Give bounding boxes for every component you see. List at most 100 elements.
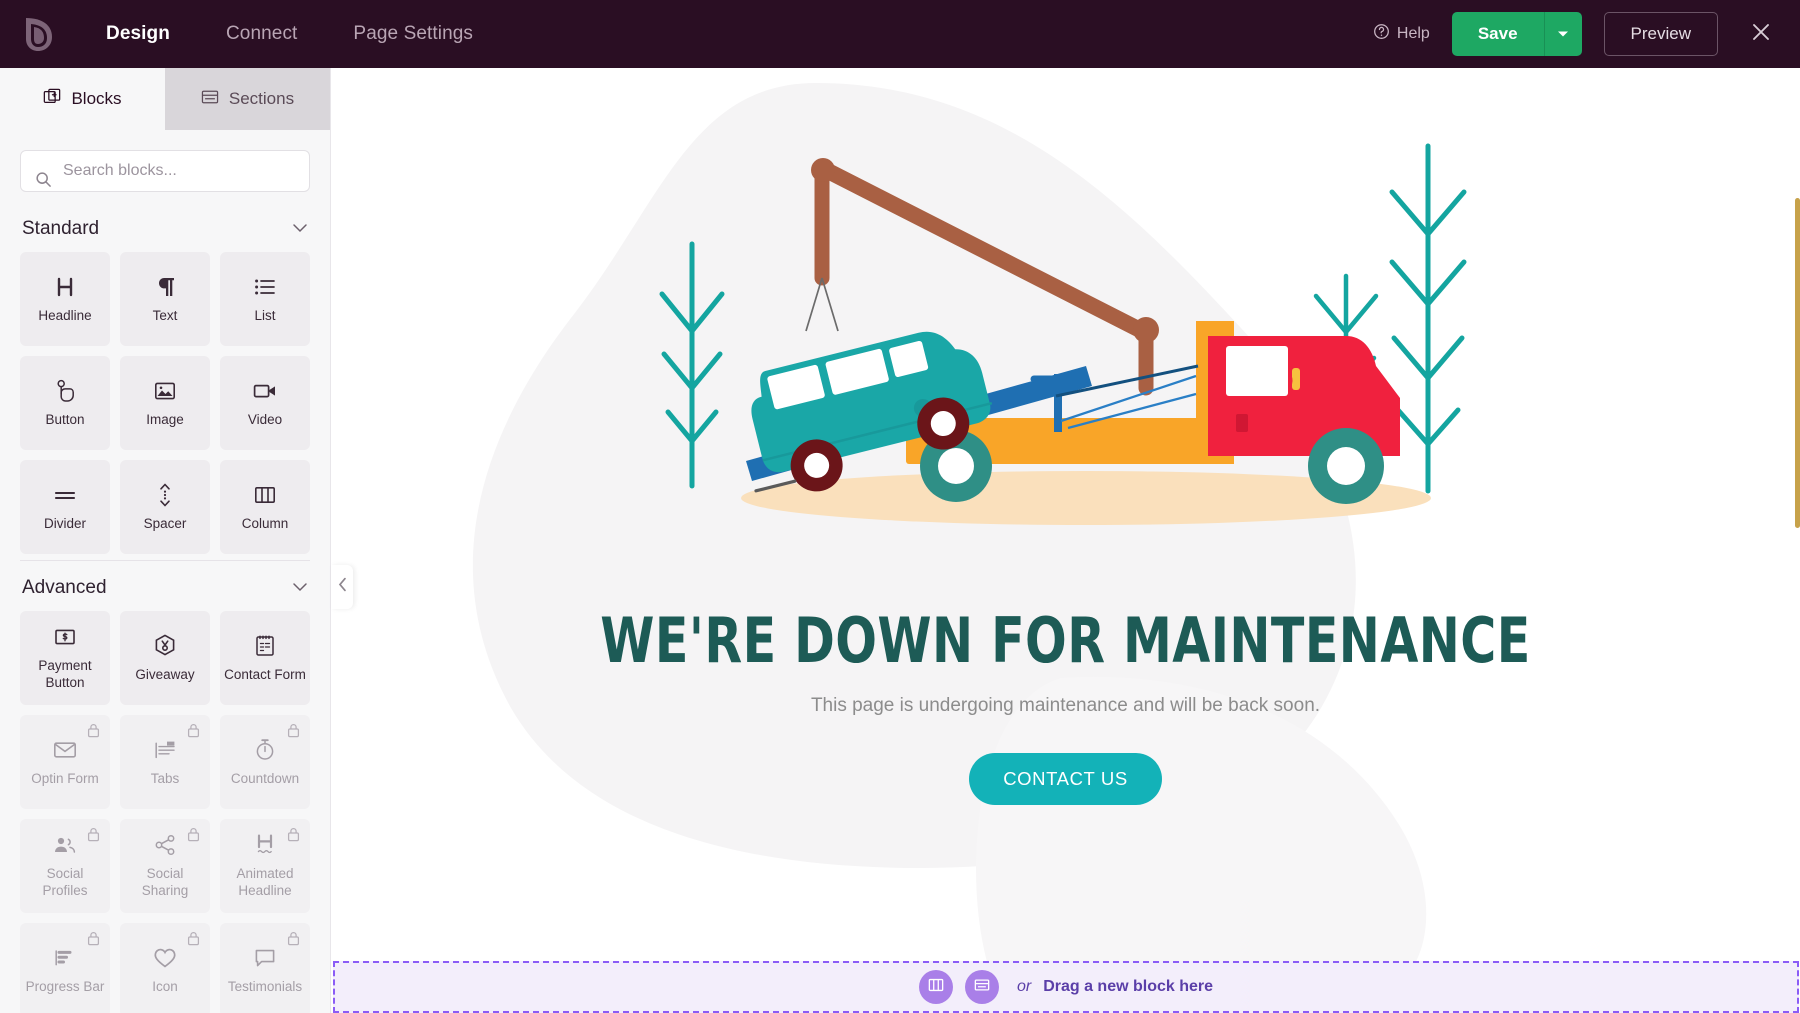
block-label: Column (238, 516, 293, 533)
block-social-profiles[interactable]: Social Profiles (20, 819, 110, 913)
block-countdown[interactable]: Countdown (220, 715, 310, 809)
block-label: Image (142, 412, 188, 429)
preview-button[interactable]: Preview (1604, 12, 1718, 56)
click-hand-icon (55, 378, 75, 404)
block-label: Progress Bar (22, 979, 109, 996)
vertical-scrollbar-thumb[interactable] (1795, 198, 1800, 528)
share-nodes-icon (154, 832, 176, 858)
sidebar-collapse-handle[interactable] (331, 565, 353, 609)
group-title-standard: Standard (22, 218, 99, 240)
section-icon (974, 978, 990, 997)
chevron-left-icon (338, 577, 347, 597)
block-label: Headline (34, 308, 95, 325)
add-column-button[interactable] (919, 970, 953, 1004)
block-list[interactable]: List (220, 252, 310, 346)
lock-icon (187, 931, 200, 951)
block-testimonials[interactable]: Testimonials (220, 923, 310, 1013)
vertical-arrows-icon (156, 482, 174, 508)
save-dropdown-button[interactable] (1544, 12, 1582, 56)
nav-item-page-settings-label: Page Settings (353, 23, 473, 45)
editor-body: Blocks Sections (0, 68, 1800, 1013)
blocks-sidebar: Blocks Sections (0, 68, 331, 1013)
tab-blocks[interactable]: Blocks (0, 68, 165, 130)
nav-item-design-label: Design (106, 23, 170, 45)
help-button[interactable]: Help (1373, 23, 1430, 45)
block-label: Icon (148, 979, 182, 996)
block-text[interactable]: Text (120, 252, 210, 346)
leaf-logo-icon (22, 15, 56, 53)
block-label: Testimonials (224, 979, 306, 996)
bullet-list-icon (254, 274, 276, 300)
page-title: WE'RE DOWN FOR MAINTENANCE (419, 608, 1712, 673)
block-video[interactable]: Video (220, 356, 310, 450)
block-label: Social Sharing (120, 866, 210, 900)
lock-icon (87, 827, 100, 847)
group-header-advanced[interactable]: Advanced (20, 561, 310, 611)
add-block-icon (43, 88, 61, 111)
page-subtitle: This page is undergoing maintenance and … (331, 695, 1800, 717)
speech-bubble-icon (254, 945, 276, 971)
drop-zone[interactable]: or Drag a new block here (333, 961, 1799, 1013)
block-label: Countdown (227, 771, 303, 788)
nav-item-connect-label: Connect (226, 23, 297, 45)
nav-item-page-settings[interactable]: Page Settings (325, 0, 501, 68)
block-label: Payment Button (20, 658, 110, 692)
image-icon (154, 378, 176, 404)
chevron-down-icon[interactable] (292, 220, 308, 238)
chevron-down-icon[interactable] (292, 579, 308, 597)
group-header-standard[interactable]: Standard (20, 202, 310, 252)
stopwatch-icon (255, 737, 275, 763)
group-title-advanced: Advanced (22, 577, 107, 599)
block-column[interactable]: Column (220, 460, 310, 554)
block-label: Spacer (140, 516, 191, 533)
nav-item-design[interactable]: Design (78, 0, 198, 68)
block-giveaway[interactable]: Giveaway (120, 611, 210, 705)
add-section-button[interactable] (965, 970, 999, 1004)
tow-truck-illustration (656, 126, 1476, 546)
close-icon (1750, 21, 1772, 48)
contact-us-button[interactable]: CONTACT US (969, 753, 1162, 805)
lock-icon (287, 723, 300, 743)
block-label: Giveaway (131, 667, 198, 684)
lock-icon (187, 827, 200, 847)
block-label: Animated Headline (220, 866, 310, 900)
lock-icon (87, 931, 100, 951)
block-optin-form[interactable]: Optin Form (20, 715, 110, 809)
blocks-scroll-area[interactable]: Standard Headline (0, 202, 330, 1013)
nav-item-connect[interactable]: Connect (198, 0, 325, 68)
block-tabs[interactable]: Tabs (120, 715, 210, 809)
block-progress-bar[interactable]: Progress Bar (20, 923, 110, 1013)
columns-icon (254, 482, 276, 508)
block-spacer[interactable]: Spacer (120, 460, 210, 554)
progress-bar-icon (54, 945, 76, 971)
block-icon[interactable]: Icon (120, 923, 210, 1013)
headline-h-icon (55, 274, 75, 300)
tab-blocks-label: Blocks (71, 89, 121, 109)
drop-zone-or-label: or (1017, 978, 1031, 996)
block-image[interactable]: Image (120, 356, 210, 450)
page-canvas[interactable]: WE'RE DOWN FOR MAINTENANCE This page is … (331, 68, 1800, 1013)
search-input[interactable] (21, 162, 309, 180)
block-payment-button[interactable]: Payment Button (20, 611, 110, 705)
block-button[interactable]: Button (20, 356, 110, 450)
block-social-sharing[interactable]: Social Sharing (120, 819, 210, 913)
block-contact-form[interactable]: Contact Form (220, 611, 310, 705)
sidebar-tabs: Blocks Sections (0, 68, 330, 130)
close-button[interactable] (1744, 17, 1778, 51)
block-divider[interactable]: Divider (20, 460, 110, 554)
save-button[interactable]: Save (1452, 12, 1544, 56)
search-box[interactable] (20, 150, 310, 192)
tab-sections[interactable]: Sections (165, 68, 330, 130)
heart-icon (153, 945, 177, 971)
vertical-scrollbar-track[interactable] (1795, 68, 1800, 1013)
app-logo[interactable] (0, 15, 78, 53)
drop-zone-label: Drag a new block here (1043, 978, 1213, 996)
block-animated-headline[interactable]: Animated Headline (220, 819, 310, 913)
block-headline[interactable]: Headline (20, 252, 110, 346)
dollar-card-icon (54, 624, 76, 650)
search-container (0, 130, 330, 202)
top-bar: Design Connect Page Settings Help (0, 0, 1800, 68)
block-label: Optin Form (27, 771, 103, 788)
envelope-icon (53, 737, 77, 763)
block-label: List (250, 308, 279, 325)
